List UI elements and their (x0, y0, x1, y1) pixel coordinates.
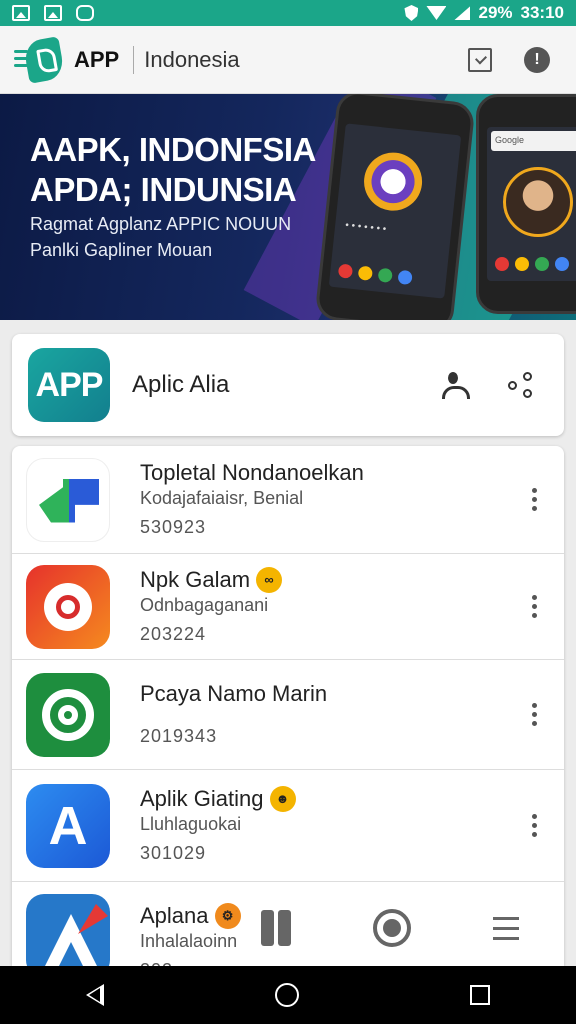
wifi-icon (426, 6, 447, 20)
list-item[interactable]: A Aplik Giating ☻ Lluhlaguokai 301029 (12, 770, 564, 882)
info-icon[interactable]: ! (524, 46, 550, 73)
app-subtitle: Lluhlaguokai (140, 813, 242, 834)
signal-icon (454, 6, 471, 20)
system-nav-bar (0, 966, 576, 1024)
featured-app-logo: APP (28, 348, 110, 422)
list-item[interactable]: Pcaya Namo Marin 2019343 (12, 660, 564, 770)
more-options-icon[interactable] (532, 595, 538, 618)
more-options-icon[interactable] (532, 703, 538, 726)
app-count: 530923 (140, 516, 207, 537)
gallery-icon (12, 5, 30, 21)
phone-illustration: • • • • • • • (314, 94, 476, 320)
list-item[interactable]: Npk Galam ∞ Odnbagaganani 203224 (12, 554, 564, 660)
app-title: Npk Galam ∞ (140, 566, 532, 594)
notification-icon (76, 5, 94, 21)
app-subtitle: Odnbagaganani (140, 594, 269, 615)
status-bar: 29% 33:10 (0, 0, 576, 26)
shield-icon (404, 5, 419, 21)
share-icon[interactable] (508, 372, 534, 398)
banner-title-line: AAPK, INDONFSIA (30, 131, 316, 168)
menu-icon[interactable] (493, 916, 519, 940)
banner-subtitle-line: Panlki Gapliner Mouan (30, 240, 213, 260)
app-icon (26, 457, 110, 542)
recent-apps-icon[interactable] (470, 985, 491, 1005)
phone-search-bar: Google (491, 131, 576, 151)
banner-subtitle-line: Ragmat Agplanz APPIC NOUUN (30, 214, 292, 234)
featured-app-card[interactable]: APP Aplic Alia (12, 334, 564, 436)
app-name: APP (74, 46, 120, 72)
phone-screen-text: • • • • • • • (344, 219, 387, 236)
app-list: Topletal Nondanoelkan Kodajafaiaisr, Ben… (12, 446, 564, 966)
list-item[interactable]: Topletal Nondanoelkan Kodajafaiaisr, Ben… (12, 446, 564, 554)
home-icon[interactable] (274, 983, 299, 1007)
banner-title-line: APDA; INDUNSIA (30, 171, 297, 208)
back-icon[interactable] (85, 984, 104, 1006)
profile-photo (503, 167, 573, 237)
banner-title: AAPK, INDONFSIA APDA; INDUNSIA (30, 130, 316, 210)
app-title: Aplik Giating ☻ (140, 785, 532, 813)
app-icon: A (26, 783, 110, 868)
promo-banner[interactable]: AAPK, INDONFSIA APDA; INDUNSIA Ragmat Ag… (0, 94, 576, 320)
app-count: 301029 (140, 842, 207, 863)
app-subtitle: Kodajafaiaisr, Benial (140, 487, 304, 508)
more-options-icon[interactable] (532, 814, 538, 837)
phone-illustration: Google (476, 94, 576, 314)
region-label[interactable]: Indonesia (144, 47, 239, 73)
app-title: Pcaya Namo Marin (140, 680, 328, 706)
user-icon[interactable] (442, 372, 470, 399)
app-logo-icon (22, 35, 66, 84)
app-icon (26, 672, 110, 757)
app-count: 203224 (140, 623, 207, 644)
battery-level: 29% (478, 3, 513, 22)
app-title: Topletal Nondanoelkan (140, 459, 364, 485)
banner-subtitle: Ragmat Agplanz APPIC NOUUN Panlki Gaplin… (30, 211, 291, 263)
badge-icon: ∞ (256, 566, 283, 593)
badge-icon: ☻ (269, 785, 296, 812)
app-count: 2019343 (140, 725, 218, 746)
app-badge-image (361, 149, 425, 214)
header-divider (133, 45, 135, 74)
record-icon[interactable] (373, 909, 411, 947)
library-icon[interactable] (261, 910, 291, 946)
featured-app-name: Aplic Alia (132, 371, 230, 398)
app-icon (26, 564, 110, 649)
image-icon (44, 5, 62, 21)
checklist-icon[interactable] (468, 47, 492, 72)
clock: 33:10 (520, 3, 564, 22)
bottom-tab-bar (220, 898, 560, 958)
menu-logo-button[interactable] (10, 35, 66, 85)
app-icon (26, 894, 110, 966)
more-options-icon[interactable] (532, 488, 538, 511)
app-header: APP Indonesia ! (0, 26, 576, 94)
